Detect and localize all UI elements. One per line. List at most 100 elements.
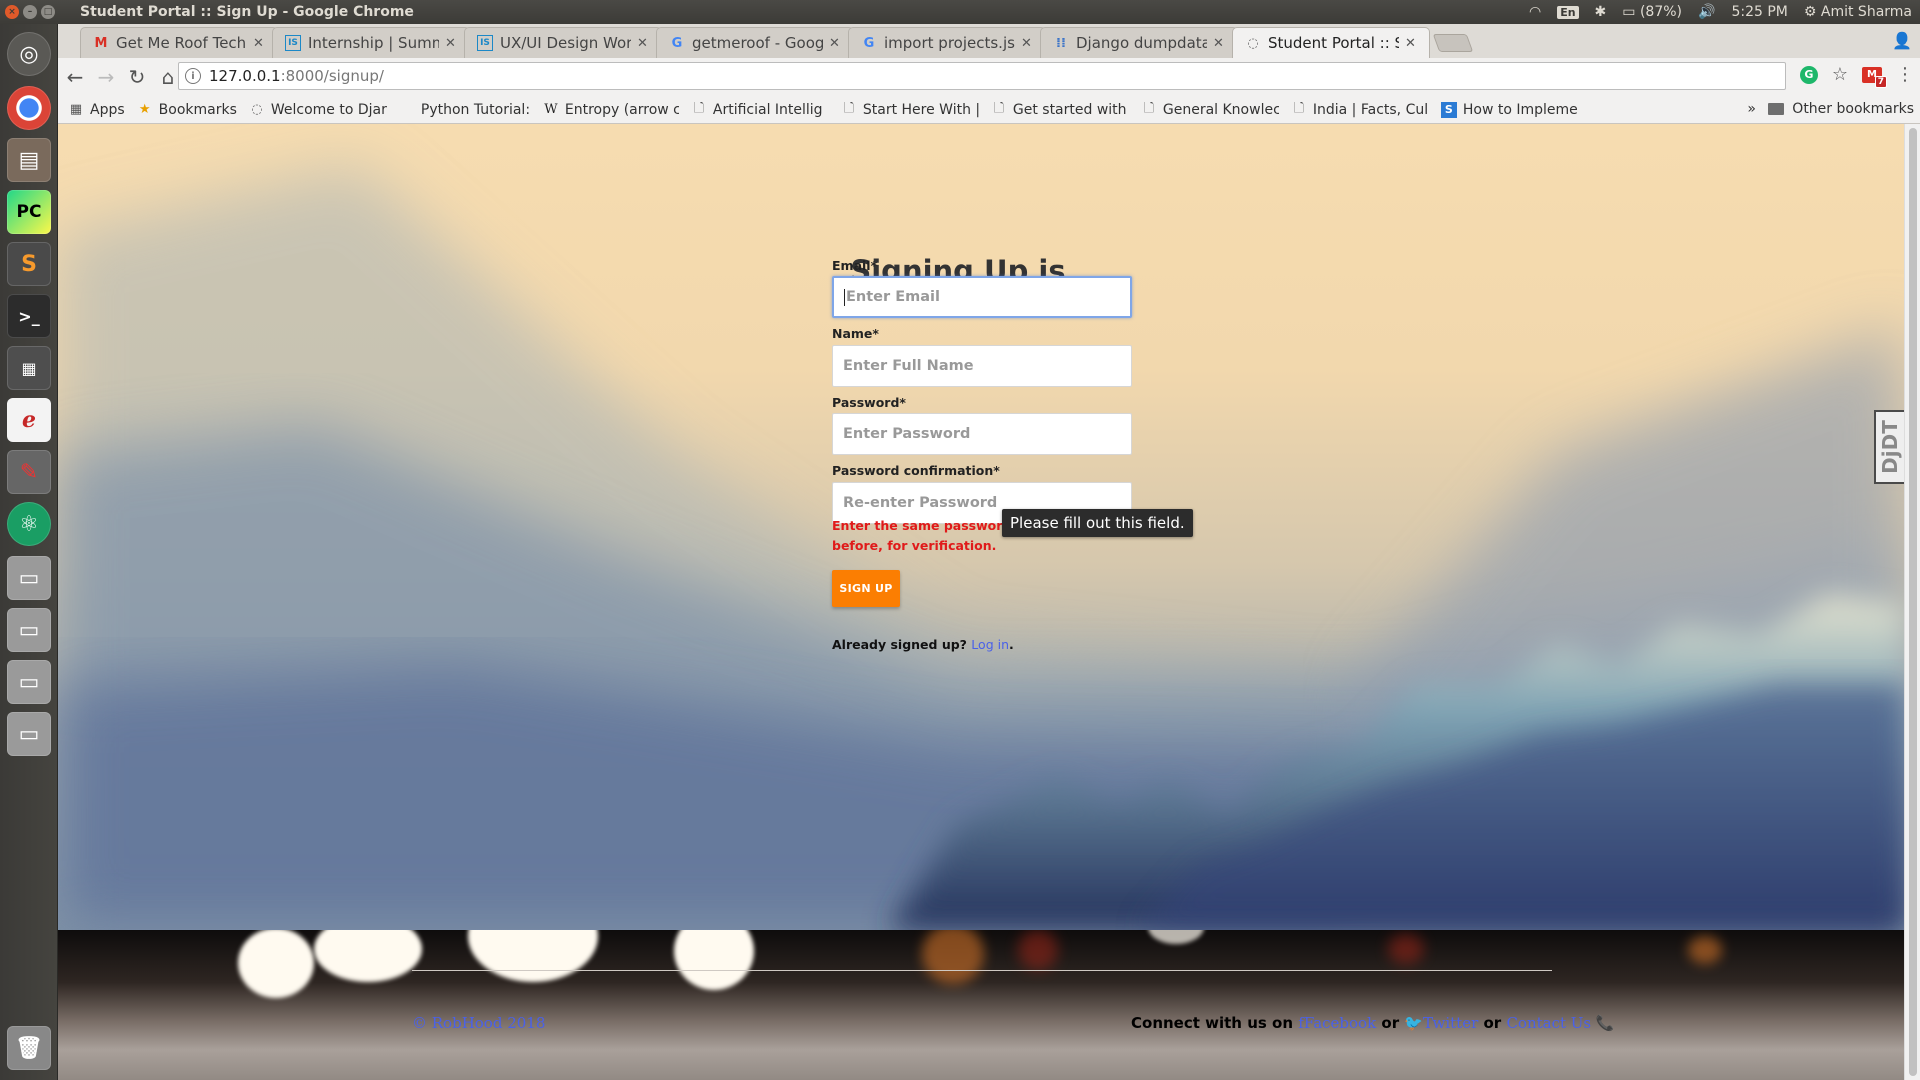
site-info-icon[interactable]: i [185,68,201,84]
browser-tab-active[interactable]: ◌ Student Portal :: Sig ✕ [1232,27,1430,58]
trash-icon[interactable]: 🗑 [7,1026,51,1070]
system-title-bar: × – □ Student Portal :: Sign Up - Google… [0,0,1920,24]
tab-close-icon[interactable]: ✕ [1405,36,1419,51]
user-name: Amit Sharma [1820,4,1912,20]
document-icon: 🗋 [1293,101,1305,116]
facebook-link[interactable]: fFacebook [1298,1014,1376,1032]
terminal-launcher-icon[interactable]: >_ [7,294,51,338]
browser-toolbar: ← → ↻ ⌂ i 127.0.0.1:8000/signup/ G ☆ M7 … [58,58,1920,96]
email-label: Email* [832,258,878,273]
bookmark-star-icon[interactable]: ☆ [1832,64,1848,85]
window-minimize-button[interactable]: – [23,5,37,19]
tab-label: getmeroof - Google [692,34,823,52]
clock[interactable]: 5:25 PM [1731,4,1787,20]
django-debug-toolbar-handle[interactable]: DjDT [1874,410,1904,484]
workspace-switcher-icon[interactable]: ▦ [7,346,51,390]
bokeh-light [1388,934,1424,964]
browser-tab-strip: M Get Me Roof Tech A ✕ IS Internship | S… [58,24,1920,58]
bookmark-label: General Knowlec [1162,101,1279,118]
bookmark-item[interactable]: 🗋 Start Here With | [841,102,979,118]
drive-launcher-icon[interactable]: ▭ [7,608,51,652]
text-editor-launcher-icon[interactable]: ℯ [7,398,51,442]
bokeh-light [314,930,422,982]
tab-close-icon[interactable]: ✕ [445,36,459,51]
bookmark-item[interactable]: ▦ Apps [68,102,125,118]
reload-button[interactable]: ↻ [123,63,151,91]
name-field[interactable]: Enter Full Name [832,345,1132,387]
home-icon: ⌂ [161,65,175,89]
wifi-icon[interactable]: ◠ [1529,4,1541,20]
ubuntu-dash-icon[interactable]: ◎ [7,32,51,76]
drive-launcher-icon[interactable]: ▭ [7,712,51,756]
window-close-button[interactable]: × [5,5,19,19]
window-title: Student Portal :: Sign Up - Google Chrom… [80,4,414,20]
google-icon: G [671,35,683,51]
address-bar[interactable]: i 127.0.0.1:8000/signup/ [178,62,1786,90]
tab-close-icon[interactable]: ✕ [637,36,651,51]
tab-close-icon[interactable]: ✕ [253,36,267,51]
bookmarks-overflow-button[interactable]: » [1747,101,1756,117]
browser-tab[interactable]: ⁞⁞ Django dumpdata ✕ [1040,27,1238,58]
battery-indicator[interactable]: ▭ (87%) [1622,4,1682,20]
password-field[interactable]: Enter Password [832,413,1132,455]
sign-up-button[interactable]: SIGN UP [832,570,900,607]
drive-launcher-icon[interactable]: ▭ [7,556,51,600]
forward-button[interactable]: → [92,63,120,91]
login-prompt-text: Already signed up? [832,637,967,652]
chrome-menu-icon[interactable]: ⋮ [1896,64,1914,85]
scrollbar-thumb[interactable] [1909,128,1917,1076]
connect-text: Connect with us on [1131,1014,1294,1032]
bokeh-light [1688,936,1722,964]
browser-tab[interactable]: IS Internship | Summe ✕ [272,27,470,58]
footer-copyright: © RobHood 2018 [412,1014,546,1032]
page-footer: © RobHood 2018 Connect with us on fFaceb… [58,930,1904,1080]
settings-launcher-icon[interactable]: ✎ [7,450,51,494]
drive-launcher-icon[interactable]: ▭ [7,660,51,704]
bookmark-item[interactable]: W Entropy (arrow c [543,102,679,118]
window-maximize-button[interactable]: □ [41,5,55,19]
phone-icon: 📞 [1595,1014,1615,1032]
bookmark-item[interactable]: S How to Impleme [1440,101,1579,118]
or-separator: or [1483,1014,1502,1032]
files-launcher-icon[interactable]: ▤ [7,138,51,182]
bookmark-item[interactable]: ◌ Welcome to Djar [249,102,387,118]
python-icon [399,102,415,118]
bluetooth-icon[interactable]: ✱ [1595,4,1607,20]
bookmark-item[interactable]: ★ Bookmarks [137,102,237,118]
bookmark-item[interactable]: 🗋 Get started with [991,102,1129,118]
gmail-unread-badge: 7 [1874,75,1887,88]
other-bookmarks-label: Other bookmarks [1792,101,1914,117]
login-link[interactable]: Log in [971,637,1009,652]
tab-close-icon[interactable]: ✕ [1021,36,1035,51]
profile-icon[interactable]: 👤 [1892,31,1912,50]
tab-close-icon[interactable]: ✕ [1213,36,1227,51]
browser-tab[interactable]: M Get Me Roof Tech A ✕ [80,27,278,58]
chrome-launcher-icon[interactable] [7,86,51,130]
sublime-launcher-icon[interactable]: S [7,242,51,286]
contact-link[interactable]: Contact Us 📞 [1506,1014,1614,1032]
twitter-link[interactable]: 🐦Twitter [1404,1014,1478,1032]
other-bookmarks-folder[interactable]: Other bookmarks [1768,101,1914,117]
back-button[interactable]: ← [61,63,89,91]
bookmark-item[interactable]: 🗋 General Knowlec [1141,102,1279,118]
bookmark-item[interactable]: 🗋 Artificial Intellig [691,102,829,118]
browser-tab[interactable]: G import projects.jso ✕ [848,27,1046,58]
bookmark-item[interactable]: 🗋 India | Facts, Cul [1291,102,1429,118]
pycharm-launcher-icon[interactable]: PC [7,190,51,234]
browser-tab[interactable]: IS UX/UI Design Work ✕ [464,27,662,58]
new-tab-button[interactable] [1432,34,1474,52]
email-field[interactable]: Enter Email [832,276,1132,318]
atom-launcher-icon[interactable]: ⚛ [7,502,51,546]
bookmark-label: India | Facts, Cul [1312,101,1429,118]
keyboard-language-indicator[interactable]: En [1557,5,1579,19]
reload-icon: ↻ [128,65,146,89]
bookmark-item[interactable]: Python Tutorial: [399,102,531,118]
user-menu[interactable]: ⚙ Amit Sharma [1804,4,1912,20]
page-scrollbar[interactable] [1904,124,1920,1080]
browser-tab[interactable]: G getmeroof - Google ✕ [656,27,854,58]
facebook-link-label: Facebook [1303,1014,1377,1032]
grammarly-extension-icon[interactable]: G [1799,65,1818,84]
tab-close-icon[interactable]: ✕ [829,36,843,51]
volume-icon[interactable]: 🔊 [1698,4,1715,20]
gmail-checker-extension-icon[interactable]: M7 [1862,66,1887,88]
